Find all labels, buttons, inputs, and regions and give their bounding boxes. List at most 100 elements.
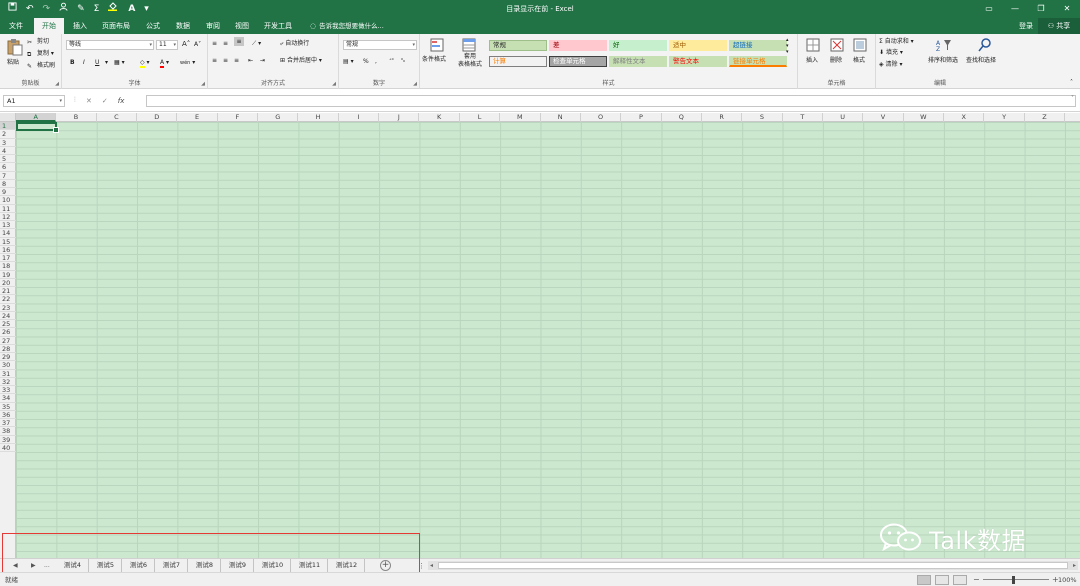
scroll-left-icon[interactable]: ◂ bbox=[430, 561, 433, 570]
find-select-icon[interactable] bbox=[978, 38, 992, 52]
minimize-icon[interactable]: — bbox=[1002, 0, 1028, 18]
clear-button[interactable]: ◈ 清除 ▾ bbox=[879, 60, 902, 69]
cell-style-option[interactable]: 超链接 bbox=[729, 40, 787, 51]
row-header[interactable]: 12 bbox=[0, 213, 16, 221]
font-color-icon[interactable]: A bbox=[128, 0, 135, 18]
increase-indent-icon[interactable]: ⇥ bbox=[260, 56, 265, 65]
wrap-text-button[interactable]: ⤶ 自动换行 bbox=[280, 39, 309, 48]
number-format-combo[interactable]: 常规 ▾ bbox=[343, 40, 417, 50]
alignment-launcher-icon[interactable]: ◢ bbox=[332, 81, 336, 87]
row-header[interactable]: 40 bbox=[0, 444, 16, 452]
row-header[interactable]: 14 bbox=[0, 229, 16, 238]
row-header[interactable]: 1 bbox=[0, 122, 16, 131]
column-header[interactable]: D bbox=[137, 113, 178, 122]
row-header[interactable]: 37 bbox=[0, 419, 16, 428]
delete-label[interactable]: 删除 bbox=[830, 56, 842, 65]
row-header[interactable]: 25 bbox=[0, 320, 16, 329]
horizontal-scrollbar[interactable]: ◂ ▸ bbox=[428, 561, 1078, 570]
align-left-icon[interactable]: ≡ bbox=[212, 56, 217, 65]
autosum-button[interactable]: Σ 自动求和 ▾ bbox=[879, 37, 914, 46]
sort-filter-label[interactable]: 排序和筛选 bbox=[928, 56, 958, 65]
italic-button[interactable]: I bbox=[83, 58, 85, 67]
fill-color-button[interactable]: ◇ ▾ bbox=[140, 58, 150, 68]
zoom-out-button[interactable]: − bbox=[973, 573, 980, 586]
find-select-label[interactable]: 查找和选择 bbox=[966, 56, 996, 65]
column-header[interactable]: E bbox=[177, 113, 218, 122]
column-header[interactable]: W bbox=[904, 113, 945, 122]
align-bottom-icon[interactable]: ≡ bbox=[234, 37, 244, 46]
row-header[interactable]: 15 bbox=[0, 238, 16, 246]
tab-view[interactable]: 视图 bbox=[229, 18, 255, 34]
gallery-scroll-icon[interactable]: ▴ ▾ ▾ bbox=[786, 37, 789, 55]
row-header[interactable]: 23 bbox=[0, 304, 16, 312]
row-header[interactable]: 21 bbox=[0, 287, 16, 296]
row-header[interactable]: 28 bbox=[0, 345, 16, 353]
phonetic-button[interactable]: wén ▾ bbox=[180, 58, 195, 68]
cell-style-option[interactable]: 差 bbox=[549, 40, 607, 51]
zoom-slider-thumb[interactable] bbox=[1012, 576, 1015, 584]
cell-style-option[interactable]: 链接单元格 bbox=[729, 56, 787, 67]
insert-label[interactable]: 插入 bbox=[806, 56, 818, 65]
underline-dropdown-icon[interactable]: ▾ bbox=[105, 58, 108, 67]
row-header[interactable]: 13 bbox=[0, 221, 16, 230]
column-header[interactable]: Y bbox=[984, 113, 1025, 122]
conditional-format-label[interactable]: 条件格式 bbox=[422, 55, 446, 64]
row-header[interactable]: 19 bbox=[0, 271, 16, 279]
row-header[interactable]: 16 bbox=[0, 246, 16, 254]
active-cell-a1[interactable] bbox=[16, 122, 59, 133]
formula-input[interactable] bbox=[146, 95, 1076, 107]
collapse-ribbon-icon[interactable]: ˄ bbox=[1070, 78, 1073, 87]
row-header[interactable]: 27 bbox=[0, 337, 16, 345]
copy-button[interactable]: ⧉ 复制 ▾ bbox=[27, 49, 54, 58]
ribbon-display-icon[interactable]: ▭ bbox=[976, 0, 1002, 18]
column-header[interactable]: L bbox=[460, 113, 501, 122]
scrollbar-thumb[interactable] bbox=[438, 562, 1068, 569]
cut-button[interactable]: ✂ 剪切 bbox=[27, 37, 49, 46]
row-header[interactable]: 7 bbox=[0, 172, 16, 180]
currency-button[interactable]: ▤ ▾ bbox=[343, 57, 354, 66]
row-header[interactable]: 36 bbox=[0, 411, 16, 419]
align-top-icon[interactable]: ≡ bbox=[212, 39, 217, 48]
font-size-combo[interactable]: 11 ▾ bbox=[156, 40, 178, 50]
cell-style-option[interactable]: 好 bbox=[609, 40, 667, 51]
font-launcher-icon[interactable]: ◢ bbox=[201, 81, 205, 87]
scroll-right-icon[interactable]: ▸ bbox=[1073, 561, 1076, 570]
row-header[interactable]: 9 bbox=[0, 188, 16, 197]
row-header[interactable]: 17 bbox=[0, 254, 16, 263]
normal-view-icon[interactable] bbox=[917, 575, 931, 585]
row-header[interactable]: 32 bbox=[0, 378, 16, 386]
name-box[interactable]: A1 ▾ bbox=[3, 95, 65, 107]
row-header[interactable]: 20 bbox=[0, 279, 16, 287]
row-header[interactable]: 11 bbox=[0, 205, 16, 213]
bold-button[interactable]: B bbox=[70, 58, 75, 67]
cell-style-option[interactable]: 适中 bbox=[669, 40, 727, 51]
enter-icon[interactable]: ✓ bbox=[102, 95, 108, 107]
tab-insert[interactable]: 插入 bbox=[66, 18, 94, 34]
column-header[interactable]: H bbox=[298, 113, 339, 122]
row-header[interactable]: 38 bbox=[0, 427, 16, 436]
align-middle-icon[interactable]: ≡ bbox=[223, 39, 228, 48]
tell-me-box[interactable]: ◌ 告诉我您想要做什么... bbox=[310, 18, 384, 34]
column-header[interactable]: U bbox=[823, 113, 864, 122]
decrease-indent-icon[interactable]: ⇤ bbox=[248, 56, 253, 65]
expand-formula-icon[interactable]: ˅ bbox=[1071, 95, 1074, 102]
number-launcher-icon[interactable]: ◢ bbox=[413, 81, 417, 87]
redo-icon[interactable]: ↷ bbox=[43, 0, 51, 18]
grow-font-button[interactable]: A˄ bbox=[182, 40, 190, 49]
orientation-icon[interactable]: ⟋ ▾ bbox=[252, 39, 261, 48]
align-right-icon[interactable]: ≡ bbox=[234, 56, 239, 65]
row-header[interactable]: 2 bbox=[0, 130, 16, 139]
row-header[interactable]: 4 bbox=[0, 147, 16, 155]
conditional-format-icon[interactable] bbox=[430, 38, 444, 52]
row-header[interactable]: 8 bbox=[0, 180, 16, 188]
column-header[interactable]: B bbox=[56, 113, 97, 122]
row-header[interactable]: 29 bbox=[0, 353, 16, 362]
row-header[interactable]: 6 bbox=[0, 163, 16, 172]
delete-cells-icon[interactable] bbox=[830, 38, 844, 52]
login-link[interactable]: 登录 bbox=[1019, 18, 1033, 34]
select-all-corner[interactable] bbox=[0, 113, 16, 122]
sum-icon[interactable]: Σ bbox=[94, 0, 100, 18]
page-break-view-icon[interactable] bbox=[953, 575, 967, 585]
cell-style-option[interactable]: 计算 bbox=[489, 56, 547, 67]
font-name-combo[interactable]: 等线 ▾ bbox=[66, 40, 154, 50]
